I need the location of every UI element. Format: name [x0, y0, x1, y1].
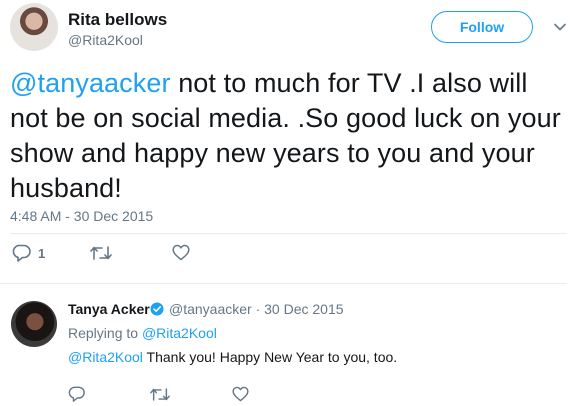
reply-text: @Rita2Kool Thank you! Happy New Year to …: [68, 349, 397, 365]
reply-body: Thank you! Happy New Year to you, too.: [142, 349, 398, 365]
like-icon[interactable]: [232, 386, 249, 402]
chevron-down-icon[interactable]: [553, 20, 567, 34]
like-icon[interactable]: [172, 244, 190, 261]
follow-button[interactable]: Follow: [431, 11, 533, 43]
reply-icon[interactable]: [68, 386, 86, 402]
avatar-rita[interactable]: [10, 3, 58, 51]
replying-to-link[interactable]: @Rita2Kool: [142, 325, 217, 341]
reply-count: 1: [38, 246, 46, 261]
divider: [0, 283, 567, 284]
retweet-icon[interactable]: [150, 387, 170, 402]
mention-link[interactable]: @Rita2Kool: [68, 349, 143, 365]
replying-to-prefix: Replying to: [68, 325, 142, 341]
verified-badge-icon: [150, 302, 164, 316]
author-name[interactable]: Rita bellows: [68, 10, 167, 30]
replying-to: Replying to @Rita2Kool: [68, 325, 217, 341]
divider: [10, 233, 567, 234]
mention-link[interactable]: @tanyaacker: [10, 68, 171, 98]
tweet-text: @tanyaacker not to much for TV .I also w…: [10, 66, 570, 206]
retweet-icon[interactable]: [90, 245, 112, 261]
reply-icon[interactable]: [12, 244, 32, 262]
author-handle[interactable]: @Rita2Kool: [68, 32, 143, 48]
reply-author-meta[interactable]: @tanyaacker · 30 Dec 2015: [169, 301, 344, 317]
tweet-timestamp[interactable]: 4:48 AM - 30 Dec 2015: [10, 208, 153, 224]
reply-author-name[interactable]: Tanya Acker: [68, 301, 150, 317]
avatar-tanya[interactable]: [11, 301, 57, 347]
